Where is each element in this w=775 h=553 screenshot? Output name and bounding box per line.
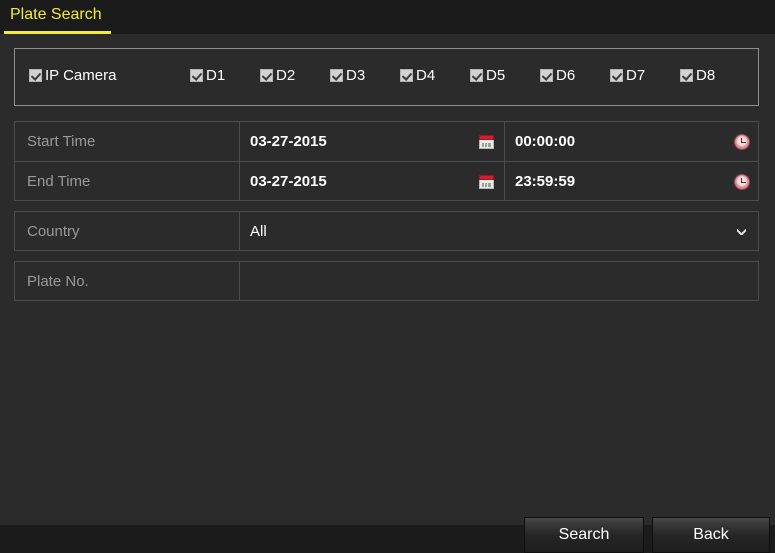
checkbox-label: D7 [626,67,646,84]
clock-icon[interactable] [734,173,750,190]
end-date-value: 03-27-2015 [250,173,327,190]
content-panel: IP Camera D1 D2 D3 D4 D5 D6 D7 D8 Start … [0,34,775,553]
end-time-label: End Time [15,162,240,201]
checkbox-label: IP Camera [45,67,117,84]
checkbox-checked-icon[interactable] [190,69,203,82]
checkbox-d8[interactable]: D8 [680,68,715,83]
checkbox-label: D5 [486,67,506,84]
search-button[interactable]: Search [524,517,644,553]
checkbox-checked-icon[interactable] [540,69,553,82]
country-value: All [250,223,267,240]
country-label: Country [15,212,240,251]
plate-no-label: Plate No. [15,262,240,301]
start-time-value: 00:00:00 [515,133,576,150]
checkbox-label: D3 [346,67,366,84]
plate-no-group: Plate No. [14,261,759,301]
chevron-down-icon[interactable] [737,229,746,235]
country-row: Country All [15,212,758,251]
checkbox-d5[interactable]: D5 [470,68,505,83]
checkbox-label: D1 [206,67,226,84]
end-date-field[interactable]: 03-27-2015 [240,162,505,201]
start-date-value: 03-27-2015 [250,133,327,150]
start-time-row: Start Time 03-27-2015 00:00:00 [15,122,758,162]
camera-selection-group: IP Camera D1 D2 D3 D4 D5 D6 D7 D8 [14,48,759,106]
start-date-field[interactable]: 03-27-2015 [240,122,505,161]
end-time-value: 23:59:59 [515,173,576,190]
checkbox-checked-icon[interactable] [330,69,343,82]
checkbox-d3[interactable]: D3 [330,68,365,83]
checkbox-label: D2 [276,67,296,84]
plate-no-row: Plate No. [15,262,758,301]
checkbox-d7[interactable]: D7 [610,68,645,83]
checkbox-d1[interactable]: D1 [190,68,225,83]
start-time-label: Start Time [15,122,240,161]
checkbox-checked-icon[interactable] [400,69,413,82]
checkbox-d2[interactable]: D2 [260,68,295,83]
end-time-field[interactable]: 23:59:59 [505,162,758,201]
calendar-icon[interactable] [479,174,494,189]
checkbox-ip-camera[interactable]: IP Camera [29,68,116,83]
time-range-group: Start Time 03-27-2015 00:00:00 End Time … [14,121,759,201]
checkbox-checked-icon[interactable] [680,69,693,82]
plate-no-input[interactable] [240,262,758,301]
checkbox-d6[interactable]: D6 [540,68,575,83]
checkbox-label: D4 [416,67,436,84]
title-bar: Plate Search [0,0,775,34]
checkbox-checked-icon[interactable] [29,69,42,82]
clock-icon[interactable] [734,133,750,150]
page-title: Plate Search [10,6,102,23]
checkbox-checked-icon[interactable] [610,69,623,82]
checkbox-label: D6 [556,67,576,84]
checkbox-label: D8 [696,67,716,84]
end-time-row: End Time 03-27-2015 23:59:59 [15,162,758,201]
calendar-icon[interactable] [479,134,494,149]
start-time-field[interactable]: 00:00:00 [505,122,758,161]
back-button[interactable]: Back [652,517,770,553]
country-dropdown[interactable]: All [240,212,758,251]
checkbox-d4[interactable]: D4 [400,68,435,83]
country-group: Country All [14,211,759,251]
checkbox-checked-icon[interactable] [470,69,483,82]
checkbox-checked-icon[interactable] [260,69,273,82]
